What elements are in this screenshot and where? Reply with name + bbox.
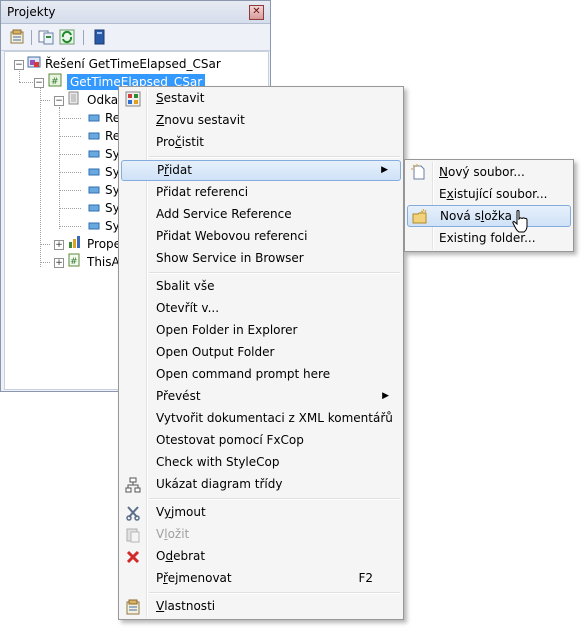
collapse-references-toggle[interactable]: − bbox=[54, 96, 64, 106]
submenu-arrow-icon: ▶ bbox=[381, 165, 388, 175]
menu-item-clean[interactable]: Pročistit bbox=[121, 132, 401, 153]
menu-item-paste[interactable]: Vložit bbox=[121, 524, 401, 545]
toolbar-separator bbox=[83, 30, 84, 45]
class-view-icon[interactable] bbox=[91, 29, 108, 45]
panel-toolbar bbox=[1, 24, 270, 51]
submenu-arrow-icon: ▶ bbox=[382, 391, 389, 401]
menu-separator bbox=[149, 592, 400, 594]
menu-item-show-service-in-browser[interactable]: Show Service in Browser bbox=[121, 248, 401, 269]
menu-item-remove[interactable]: Odebrat bbox=[121, 546, 401, 567]
menu-item-add[interactable]: Přidat ▶ bbox=[121, 160, 401, 181]
delete-icon bbox=[126, 550, 140, 564]
class-diagram-icon bbox=[125, 477, 141, 493]
menu-item-add-service-reference[interactable]: Add Service Reference bbox=[121, 204, 401, 225]
submenu-item-existing-folder[interactable]: Existing folder... bbox=[407, 227, 571, 249]
build-icon bbox=[125, 91, 141, 107]
references-folder-icon bbox=[68, 91, 79, 105]
menu-item-add-web-reference[interactable]: Přidat Webovou referenci bbox=[121, 226, 401, 247]
reference-icon bbox=[88, 186, 100, 194]
menu-separator bbox=[149, 156, 400, 158]
reference-icon bbox=[88, 132, 100, 140]
reference-icon bbox=[88, 168, 100, 176]
submenu-item-new-folder[interactable]: Nová složka bbox=[407, 205, 571, 227]
expand-thisaddin-toggle[interactable]: + bbox=[54, 258, 64, 268]
scissors-icon bbox=[126, 506, 140, 521]
menu-item-convert[interactable]: Převést ▶ bbox=[121, 386, 401, 407]
panel-title: Projekty bbox=[7, 5, 56, 19]
menu-item-open-command-prompt[interactable]: Open command prompt here bbox=[121, 364, 401, 385]
paste-icon bbox=[126, 528, 140, 543]
menu-item-create-xml-docs[interactable]: Vytvořit dokumentaci z XML komentářů bbox=[121, 408, 401, 429]
solution-icon bbox=[27, 56, 41, 68]
menu-item-open-folder-in-explorer[interactable]: Open Folder in Explorer bbox=[121, 320, 401, 341]
properties-icon[interactable] bbox=[9, 29, 26, 45]
menu-separator bbox=[149, 498, 400, 500]
submenu-item-existing-file[interactable]: Existující soubor... bbox=[407, 183, 571, 205]
menu-item-rename[interactable]: Přejmenovat F2 bbox=[121, 568, 401, 589]
csharp-project-icon: # bbox=[48, 73, 62, 87]
properties-icon bbox=[126, 599, 140, 615]
collapse-project-toggle[interactable]: − bbox=[34, 78, 44, 88]
menu-item-properties[interactable]: Vlastnosti bbox=[121, 596, 401, 617]
panel-title-bar: Projekty ✕ bbox=[1, 1, 270, 24]
menu-item-test-fxcop[interactable]: Otestovat pomocí FxCop bbox=[121, 430, 401, 451]
menu-separator bbox=[149, 272, 400, 274]
menu-item-open-with[interactable]: Otevřít v... bbox=[121, 298, 401, 319]
hand-cursor-icon bbox=[512, 210, 528, 233]
menu-item-cut[interactable]: Vyjmout bbox=[121, 502, 401, 523]
expand-properties-toggle[interactable]: + bbox=[54, 240, 64, 250]
close-icon[interactable]: ✕ bbox=[249, 5, 264, 20]
refresh-icon[interactable] bbox=[59, 29, 76, 45]
menu-item-show-class-diagram[interactable]: Ukázat diagram třídy bbox=[121, 474, 401, 495]
svg-text:#: # bbox=[70, 257, 78, 267]
toolbar-separator bbox=[31, 30, 32, 45]
tree-node-solution[interactable]: Řešení GetTimeElapsed_CSar bbox=[43, 55, 223, 73]
shortcut-label: F2 bbox=[358, 571, 373, 585]
menu-item-collapse-all[interactable]: Sbalit vše bbox=[121, 276, 401, 297]
tree-node-thisaddin[interactable]: ThisA bbox=[85, 253, 122, 271]
properties-folder-icon bbox=[69, 236, 80, 248]
menu-item-add-reference[interactable]: Přidat referenci bbox=[121, 182, 401, 203]
context-menu: Sestavit Znovu sestavit Pročistit Přidat… bbox=[118, 86, 404, 620]
new-folder-icon bbox=[412, 209, 427, 224]
reference-icon bbox=[88, 114, 100, 122]
menu-item-open-output-folder[interactable]: Open Output Folder bbox=[121, 342, 401, 363]
reference-icon bbox=[88, 222, 100, 230]
menu-item-rebuild[interactable]: Znovu sestavit bbox=[121, 110, 401, 131]
csharp-file-icon: # bbox=[68, 253, 80, 267]
reference-icon bbox=[88, 204, 100, 212]
show-all-files-icon[interactable] bbox=[38, 29, 55, 45]
new-file-icon bbox=[411, 164, 425, 180]
menu-item-build[interactable]: Sestavit bbox=[121, 88, 401, 109]
svg-text:#: # bbox=[51, 77, 59, 87]
submenu-item-new-file[interactable]: Nový soubor... bbox=[407, 161, 571, 183]
collapse-solution-toggle[interactable]: − bbox=[14, 60, 24, 70]
reference-icon bbox=[88, 150, 100, 158]
menu-item-check-stylecop[interactable]: Check with StyleCop bbox=[121, 452, 401, 473]
add-submenu: Nový soubor... Existující soubor... Nová… bbox=[404, 159, 574, 252]
